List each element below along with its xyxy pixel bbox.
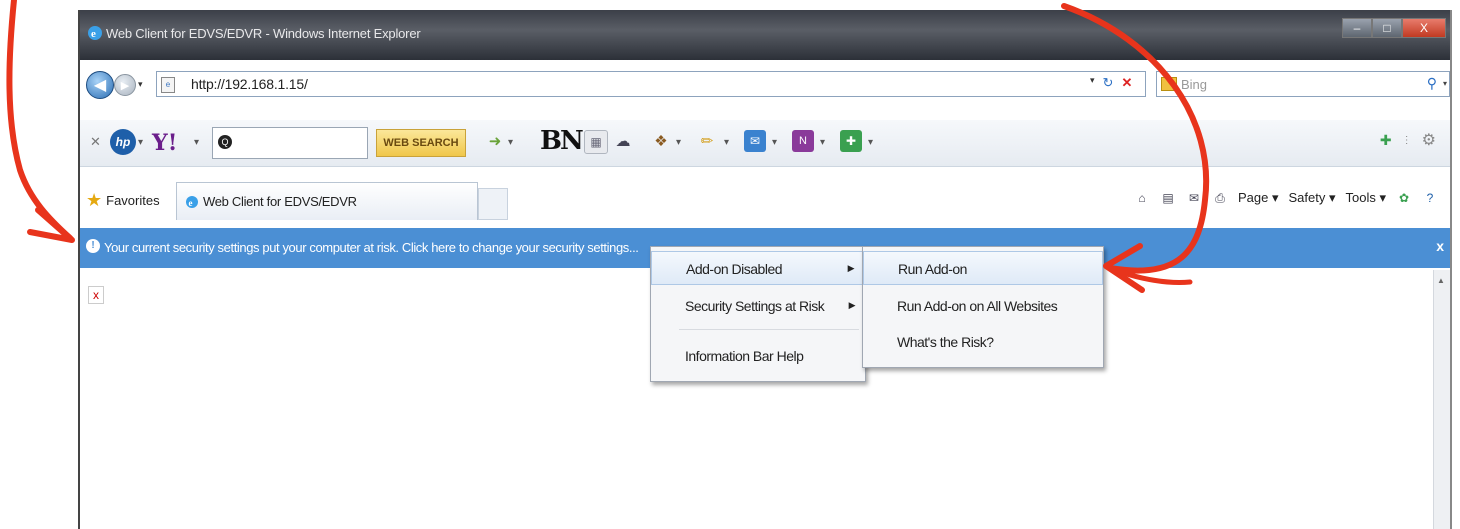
annotation-arrowhead-left <box>27 207 75 243</box>
annotation-arrow-left <box>6 0 73 241</box>
annotation-arrow-right <box>1061 3 1210 274</box>
annotation-overlay <box>6 0 1210 293</box>
